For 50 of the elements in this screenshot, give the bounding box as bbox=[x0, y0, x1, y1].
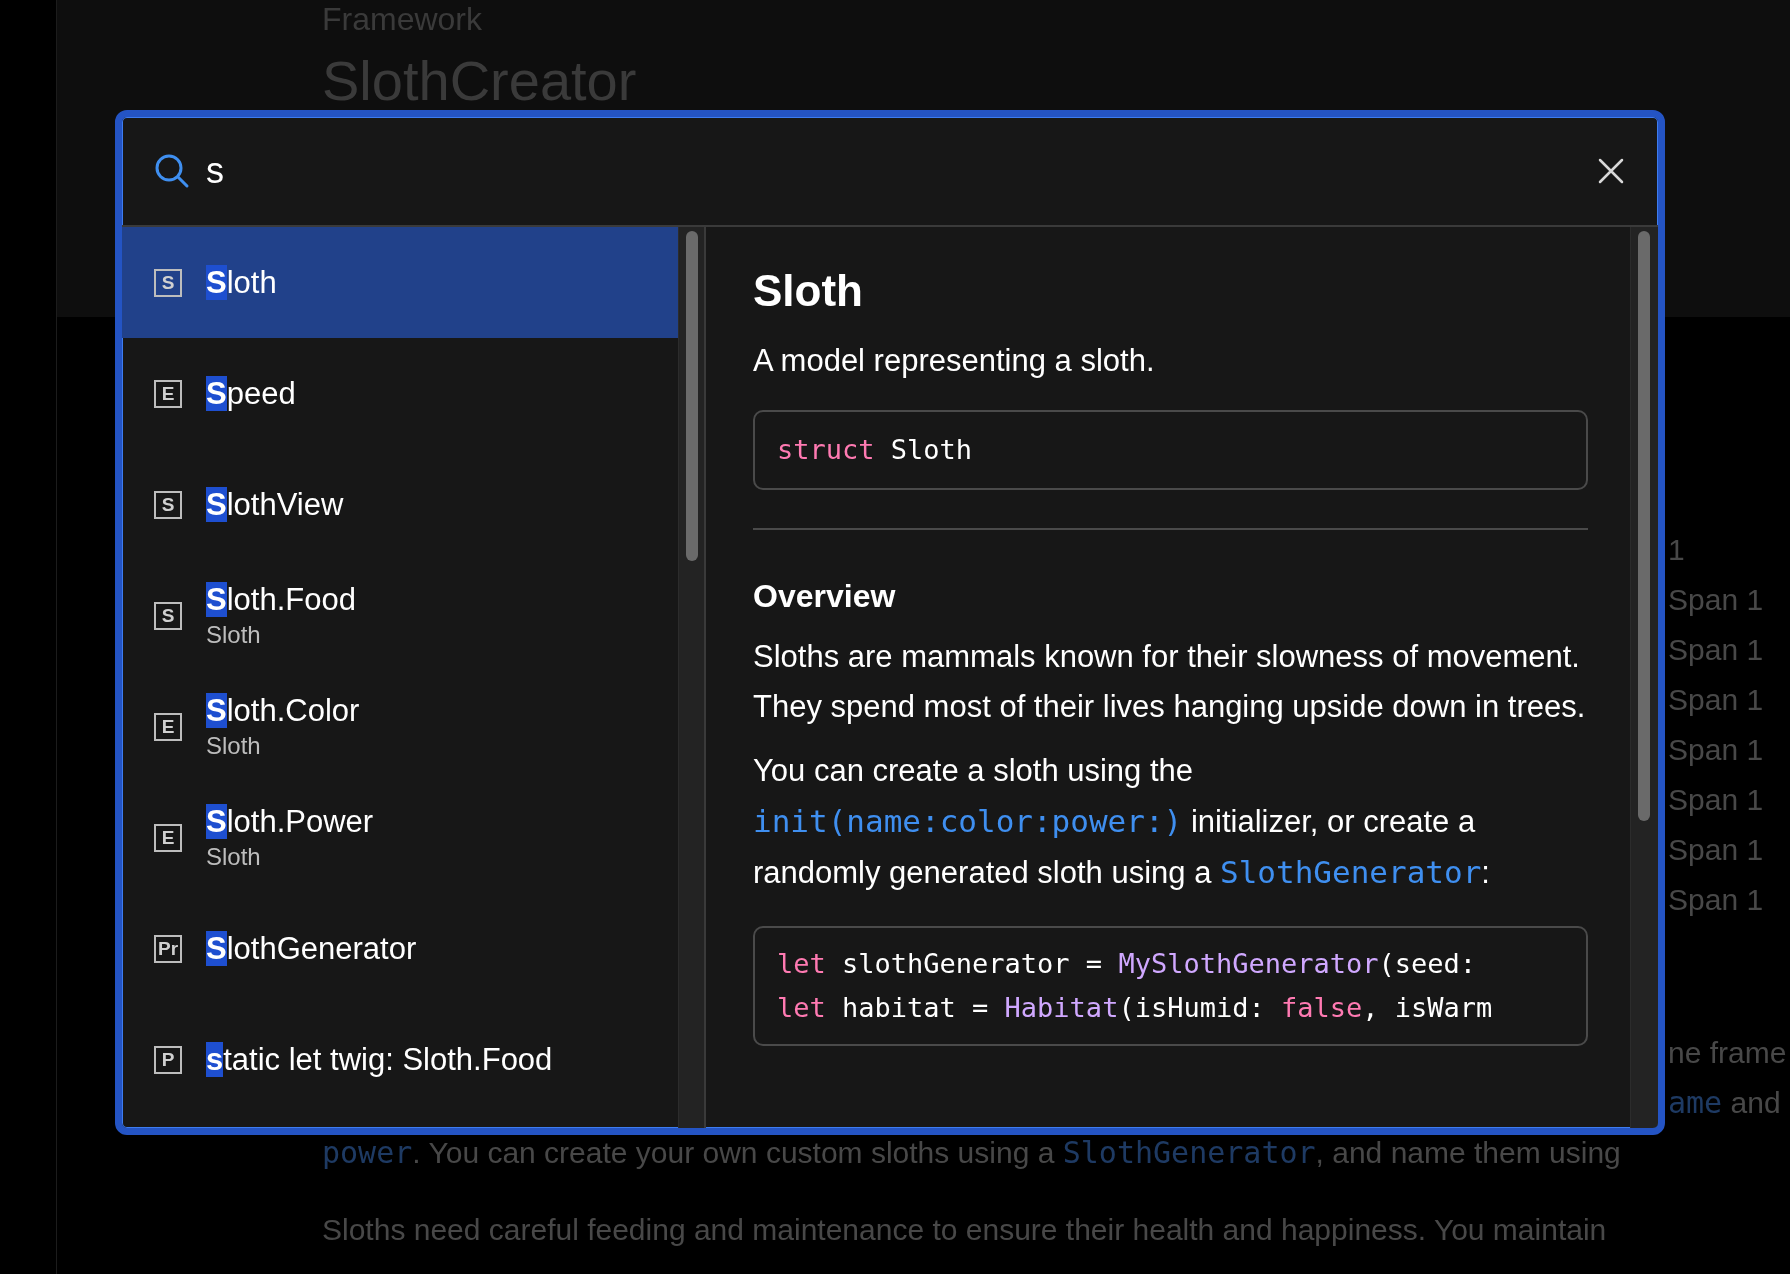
result-item[interactable]: E Sloth.Color Sloth bbox=[122, 671, 678, 782]
code-block: let slothGenerator = MySlothGenerator(seed: let habitat = Habitat(isHumid: false, isWarm bbox=[753, 926, 1588, 1047]
kind-badge: E bbox=[154, 823, 182, 852]
text-fragment: ne frame bbox=[1668, 1035, 1787, 1071]
kind-badge: Pr bbox=[154, 934, 182, 963]
section-heading: Overview bbox=[753, 577, 897, 617]
paragraph: You can create a sloth using the init(name:color:power:) initializer, or create a randomly generated sloth using a SlothGenerator: bbox=[753, 752, 1491, 893]
kind-badge: E bbox=[154, 712, 182, 741]
result-item[interactable]: S Sloth bbox=[122, 227, 678, 338]
result-title: Sloth bbox=[206, 263, 277, 302]
result-title: Speed bbox=[206, 374, 296, 413]
result-subtitle: Sloth bbox=[206, 619, 262, 650]
kind-badge: S bbox=[154, 490, 182, 519]
code-link[interactable]: SlothGenerator bbox=[1220, 854, 1482, 891]
summary-text: A model representing a sloth. bbox=[753, 341, 1156, 380]
result-title: Sloth.Power bbox=[206, 803, 374, 841]
code-link[interactable]: init(name:color:power:) bbox=[753, 803, 1183, 840]
result-title: Sloth.Food bbox=[206, 581, 356, 619]
result-title: Sloth.Color bbox=[206, 692, 360, 730]
text-fragment: ame and bbox=[1668, 1084, 1781, 1122]
result-subtitle: Sloth bbox=[206, 841, 262, 872]
text-fragment: Span 1 bbox=[1668, 782, 1764, 818]
result-title: SlothGenerator bbox=[206, 929, 417, 968]
scrollbar-thumb[interactable] bbox=[1638, 231, 1650, 821]
result-item[interactable]: E Speed bbox=[122, 338, 678, 449]
paragraph: power. You can create your own custom sloths using a SlothGenerator, and name them using bbox=[322, 1134, 1621, 1172]
scrollbar-thumb[interactable] bbox=[686, 231, 698, 561]
paragraph: Sloths need careful feeding and maintenance to ensure their health and happiness. You maintain bbox=[322, 1212, 1607, 1248]
result-item[interactable]: S SlothView bbox=[122, 449, 678, 560]
text-fragment: Span 1 bbox=[1668, 682, 1764, 718]
kind-badge: S bbox=[154, 601, 182, 630]
kind-badge: S bbox=[154, 268, 182, 297]
search-field[interactable]: s bbox=[206, 144, 1578, 198]
text-fragment: Span 1 bbox=[1668, 832, 1764, 868]
declaration-code: struct Sloth bbox=[753, 410, 1588, 491]
kind-badge: P bbox=[154, 1045, 182, 1074]
text-fragment: Span 1 bbox=[1668, 732, 1764, 768]
text-fragment: Span 1 bbox=[1668, 582, 1764, 618]
search-icon bbox=[154, 153, 190, 189]
result-item[interactable]: E Sloth.Power Sloth bbox=[122, 782, 678, 893]
text-fragment: Span 1 bbox=[1668, 882, 1764, 918]
result-item[interactable]: S Sloth.Food Sloth bbox=[122, 560, 678, 671]
result-subtitle: Sloth bbox=[206, 730, 262, 761]
result-title: SlothView bbox=[206, 485, 344, 524]
preview-title: Sloth bbox=[753, 265, 864, 317]
text-fragment: 1 bbox=[1668, 532, 1685, 568]
result-item[interactable]: Pr SlothGenerator bbox=[122, 893, 678, 1004]
kind-badge: E bbox=[154, 379, 182, 408]
text-fragment: Span 1 bbox=[1668, 632, 1764, 668]
paragraph: Sloths are mammals known for their slowness of movement. They spend most of their lives hanging upside down in trees. bbox=[753, 638, 1587, 727]
